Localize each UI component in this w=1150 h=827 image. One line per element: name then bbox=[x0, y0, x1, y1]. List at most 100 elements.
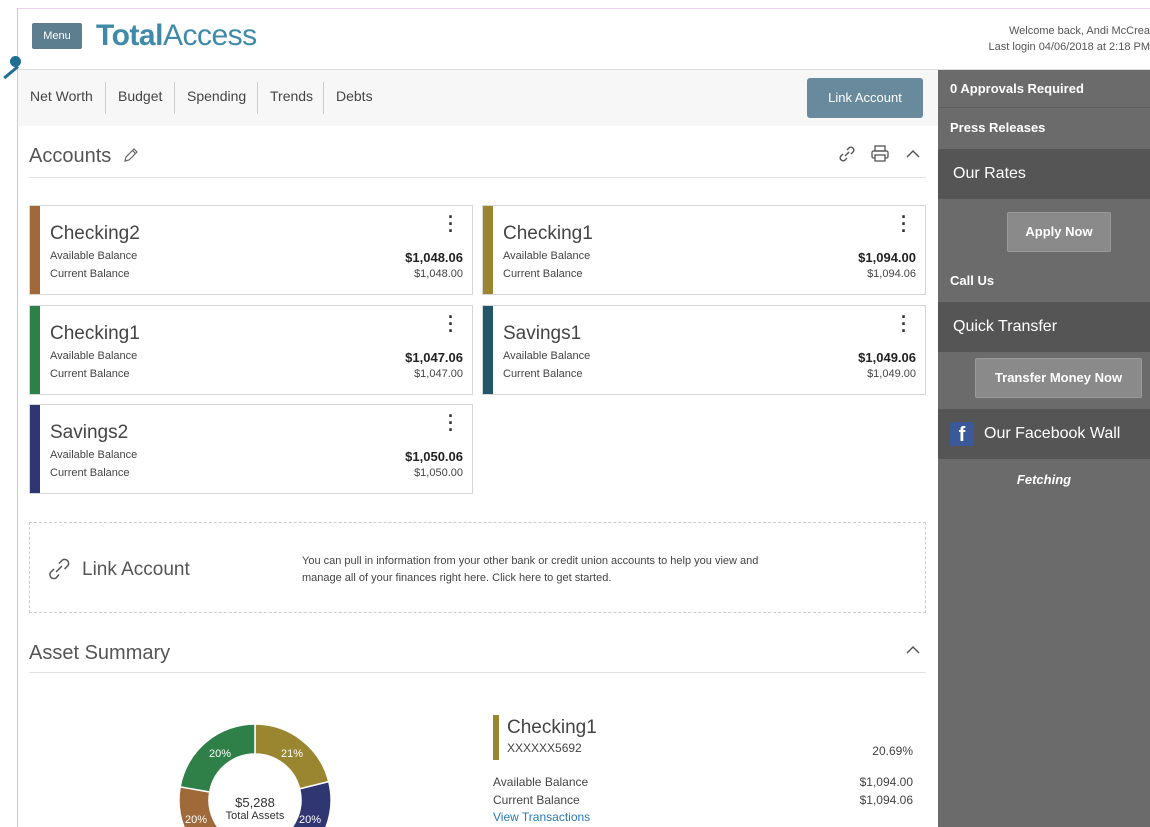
more-options-icon[interactable]: · · · bbox=[448, 407, 454, 439]
account-card[interactable]: Savings2 Available Balance Current Balan… bbox=[29, 404, 473, 494]
nav-debts[interactable]: Debts bbox=[336, 88, 373, 120]
link-account-description: You can pull in information from your ot… bbox=[302, 555, 759, 584]
facebook-wall-label: Our Facebook Wall bbox=[984, 425, 1121, 442]
account-color-bar bbox=[30, 306, 40, 394]
account-name: Savings2 bbox=[50, 422, 129, 443]
asset-current-value: $1,094.06 bbox=[859, 793, 913, 807]
asset-current-label: Current Balance bbox=[493, 793, 580, 807]
donut-slice-label: 21% bbox=[281, 748, 303, 760]
current-balance-label: Current Balance bbox=[503, 268, 583, 280]
brand-light: Access bbox=[162, 19, 257, 52]
link-icon[interactable] bbox=[837, 144, 857, 164]
nav-separator bbox=[105, 82, 106, 114]
collapse-chevron-icon[interactable] bbox=[905, 148, 921, 160]
available-balance-value: $1,047.06 bbox=[405, 350, 463, 365]
transfer-money-now-button[interactable]: Transfer Money Now bbox=[975, 358, 1142, 398]
press-releases[interactable]: Press Releases bbox=[938, 108, 1150, 148]
facebook-icon: f bbox=[950, 421, 974, 446]
brand-logo[interactable]: TotalAccess bbox=[96, 19, 257, 53]
available-balance-value: $1,049.06 bbox=[858, 350, 916, 365]
link-account-button[interactable]: Link Account bbox=[807, 78, 923, 118]
nav-separator bbox=[257, 82, 258, 114]
accounts-divider bbox=[29, 177, 926, 178]
asset-percent: 20.69% bbox=[872, 744, 913, 758]
available-balance-value: $1,094.00 bbox=[858, 250, 916, 265]
account-name: Checking2 bbox=[50, 223, 140, 244]
current-balance-label: Current Balance bbox=[503, 368, 583, 380]
last-login-text: Last login 04/06/2018 at 2:18 PM bbox=[988, 41, 1150, 53]
asset-available-label: Available Balance bbox=[493, 775, 589, 789]
edit-pencil-icon[interactable] bbox=[123, 147, 139, 163]
top-nav: Net Worth Budget Spending Trends Debts L… bbox=[18, 70, 938, 126]
account-card[interactable]: Checking2 Available Balance Current Bala… bbox=[29, 205, 473, 295]
donut-slice-label: 20% bbox=[299, 814, 321, 826]
asset-account-number: XXXXXX5692 bbox=[507, 741, 582, 755]
account-color-bar bbox=[30, 405, 40, 493]
available-balance-value: $1,050.06 bbox=[405, 449, 463, 464]
nav-separator bbox=[174, 82, 175, 114]
current-balance-label: Current Balance bbox=[50, 268, 130, 280]
asset-account-name: Checking1 bbox=[507, 717, 597, 738]
total-assets-label: Total Assets bbox=[225, 810, 285, 822]
more-options-icon[interactable]: · · · bbox=[448, 308, 454, 340]
current-balance-value: $1,048.00 bbox=[414, 268, 463, 280]
account-color-bar bbox=[30, 206, 40, 294]
brand-bold: Total bbox=[96, 19, 163, 52]
nav-net-worth[interactable]: Net Worth bbox=[30, 88, 93, 120]
account-card[interactable]: Savings1 Available Balance Current Balan… bbox=[482, 305, 926, 395]
menu-button[interactable]: Menu bbox=[32, 23, 82, 49]
apply-now-button[interactable]: Apply Now bbox=[1007, 212, 1111, 252]
total-assets-value: $5,288 bbox=[235, 795, 275, 810]
approvals-required[interactable]: 0 Approvals Required bbox=[938, 70, 1150, 108]
welcome-text: Welcome back, Andi McCrea bbox=[1008, 25, 1150, 37]
asset-summary-title: Asset Summary bbox=[29, 642, 171, 664]
welcome-block: Welcome back, Andi McCrea Last login 04/… bbox=[989, 23, 1150, 55]
collapse-chevron-icon[interactable] bbox=[905, 644, 921, 656]
right-sidebar: 0 Approvals Required Press Releases Our … bbox=[938, 70, 1150, 827]
header: Menu TotalAccess Welcome back, Andi McCr… bbox=[18, 9, 1150, 70]
current-balance-label: Current Balance bbox=[50, 368, 130, 380]
available-balance-label: Available Balance bbox=[50, 449, 138, 461]
current-balance-value: $1,094.06 bbox=[867, 268, 916, 280]
account-card[interactable]: Checking1 Available Balance Current Bala… bbox=[482, 205, 926, 295]
our-rates-header[interactable]: Our Rates bbox=[938, 149, 1150, 199]
view-transactions-link[interactable]: View Transactions bbox=[493, 810, 590, 824]
more-options-icon[interactable]: · · · bbox=[901, 208, 907, 240]
current-balance-value: $1,049.00 bbox=[867, 368, 916, 380]
more-options-icon[interactable]: · · · bbox=[901, 308, 907, 340]
nav-spending[interactable]: Spending bbox=[187, 88, 246, 120]
account-name: Checking1 bbox=[50, 323, 140, 344]
link-account-title: Link Account bbox=[82, 559, 190, 580]
account-name: Checking1 bbox=[503, 223, 593, 244]
available-balance-label: Available Balance bbox=[50, 250, 138, 262]
available-balance-label: Available Balance bbox=[503, 350, 591, 362]
more-options-icon[interactable]: · · · bbox=[448, 208, 454, 240]
account-color-bar bbox=[483, 206, 493, 294]
link-account-panel[interactable]: Link Account You can pull in information… bbox=[29, 522, 926, 613]
nav-trends[interactable]: Trends bbox=[270, 88, 313, 120]
account-card[interactable]: Checking1 Available Balance Current Bala… bbox=[29, 305, 473, 395]
nav-separator bbox=[323, 82, 324, 114]
current-balance-value: $1,050.00 bbox=[414, 467, 463, 479]
asset-color-bar bbox=[493, 715, 499, 760]
asset-summary-divider bbox=[29, 672, 926, 673]
facebook-wall-header[interactable]: f Our Facebook Wall bbox=[938, 409, 1150, 459]
accounts-title: Accounts bbox=[29, 145, 112, 167]
print-icon[interactable] bbox=[870, 145, 890, 163]
available-balance-label: Available Balance bbox=[503, 250, 591, 262]
pointer-dot bbox=[10, 56, 21, 67]
nav-budget[interactable]: Budget bbox=[118, 88, 162, 120]
account-color-bar bbox=[483, 306, 493, 394]
current-balance-value: $1,047.00 bbox=[414, 368, 463, 380]
donut-slice-label: 20% bbox=[209, 748, 231, 760]
available-balance-label: Available Balance bbox=[50, 350, 138, 362]
asset-available-value: $1,094.00 bbox=[859, 775, 913, 789]
call-us[interactable]: Call Us bbox=[938, 263, 1150, 301]
page-border-left bbox=[17, 8, 18, 827]
quick-transfer-header[interactable]: Quick Transfer bbox=[938, 302, 1150, 352]
current-balance-label: Current Balance bbox=[50, 467, 130, 479]
available-balance-value: $1,048.06 bbox=[405, 250, 463, 265]
donut-slice-label: 20% bbox=[185, 814, 207, 826]
fetching-status: Fetching bbox=[1016, 472, 1072, 487]
account-name: Savings1 bbox=[503, 323, 582, 344]
